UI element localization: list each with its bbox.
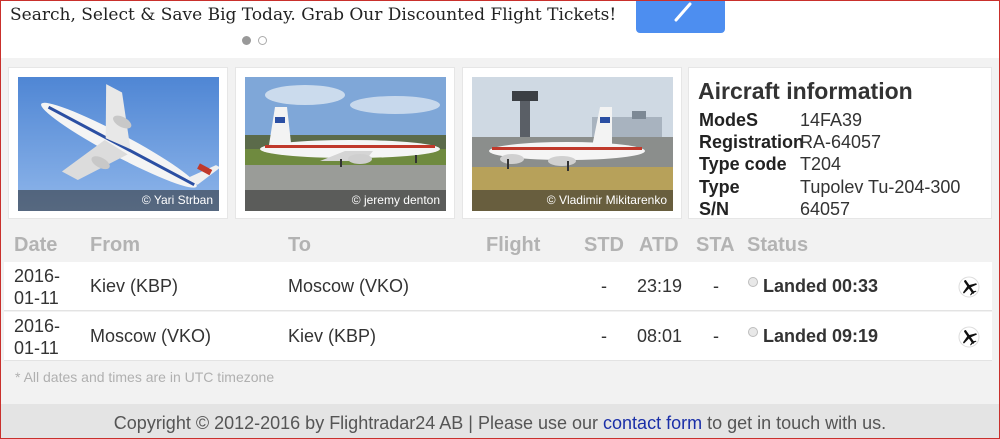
flight-date: 2016- 01-11 [14,315,60,359]
date-monthday: 01-11 [14,288,59,308]
date-year: 2016- [14,316,61,336]
col-header-sta: STA [696,234,735,256]
aircraft-photo-3[interactable]: © Vladimir Mikitarenko [472,77,673,211]
flight-sta: - [713,326,719,346]
airplane-icon [958,276,980,298]
contact-form-link[interactable]: contact form [603,413,702,433]
photo-card-2[interactable]: © jeremy denton [235,67,455,219]
table-row[interactable]: 2016- 01-11 Kiev (KBP) Moscow (VKO) - 23… [4,262,992,311]
col-header-from: From [90,234,140,256]
flight-from[interactable]: Kiev (KBP) [90,276,178,297]
info-value: RA-64057 [800,132,882,152]
footer-copyright: Copyright © 2012-2016 by Flightradar24 A… [113,413,604,433]
info-value: Tupolev Tu-204-300 [800,177,961,197]
flight-from[interactable]: Moscow (VKO) [90,326,211,347]
table-row[interactable]: 2016- 01-11 Moscow (VKO) Kiev (KBP) - 08… [4,312,992,361]
flight-std: - [601,276,607,296]
photo-card-3[interactable]: © Vladimir Mikitarenko [462,67,682,219]
flight-atd: 08:01 [637,326,683,346]
info-row-typecode: Type code T204 [699,154,841,175]
col-header-to: To [288,234,311,256]
col-header-date: Date [14,234,58,256]
carousel-dots [242,36,267,45]
photo-credit: © Vladimir Mikitarenko [472,190,673,211]
aircraft-photo-1[interactable]: © Yari Strban [18,77,219,211]
carousel-dot-active[interactable] [242,36,251,45]
footer-suffix: to get in touch with us. [702,413,887,433]
aircraft-info-panel: Aircraft information ModeS 14FA39 Registr… [688,67,992,219]
info-row-registration: RegistrationRA-64057 [699,132,881,153]
date-year: 2016- [14,266,61,286]
footer: Copyright © 2012-2016 by Flightradar24 A… [0,404,1000,439]
col-header-flight: Flight [486,234,541,256]
ad-cta-button[interactable] [636,0,725,33]
aircraft-photo-2[interactable]: © jeremy denton [245,77,446,211]
flight-status: Landed 00:33 [763,276,879,296]
date-monthday: 01-11 [14,338,59,358]
photo-credit: © jeremy denton [245,190,446,211]
info-key: Registration [699,132,805,152]
info-row-type: Type Tupolev Tu-204-300 [699,177,960,198]
col-header-std: STD [584,234,624,256]
arrow-icon [674,2,692,22]
timezone-note: * All dates and times are in UTC timezon… [15,369,275,385]
carousel-dot[interactable] [258,36,267,45]
flight-atd: 23:19 [637,276,683,296]
ad-banner[interactable]: Search, Select & Save Big Today. Grab Ou… [0,0,1000,58]
photo-card-1[interactable]: © Yari Strban [8,67,228,219]
photo-credit: © Yari Strban [18,190,219,211]
flight-date: 2016- 01-11 [14,265,60,309]
flight-sta: - [713,276,719,296]
info-row-modes: ModeS 14FA39 [699,110,862,131]
ad-text[interactable]: Search, Select & Save Big Today. Grab Ou… [10,5,616,25]
flight-std: - [601,326,607,346]
info-key: S/N [699,199,730,219]
playback-plane-button[interactable] [958,276,980,298]
info-value: 64057 [800,199,851,219]
info-key: Type [699,177,740,197]
playback-plane-button[interactable] [958,326,980,348]
status-dot-icon [748,327,758,337]
col-header-status: Status [747,234,809,256]
flight-status: Landed 09:19 [763,326,879,346]
status-dot-icon [748,277,758,287]
aircraft-info-title: Aircraft information [698,78,913,104]
flight-to[interactable]: Moscow (VKO) [288,276,409,297]
info-key: Type code [699,154,787,174]
info-value: 14FA39 [800,110,863,130]
airplane-icon [958,326,980,348]
info-value: T204 [800,154,842,174]
flight-to[interactable]: Kiev (KBP) [288,326,376,347]
info-key: ModeS [699,110,759,130]
info-row-sn: S/N 64057 [699,199,851,219]
col-header-atd: ATD [639,234,679,256]
